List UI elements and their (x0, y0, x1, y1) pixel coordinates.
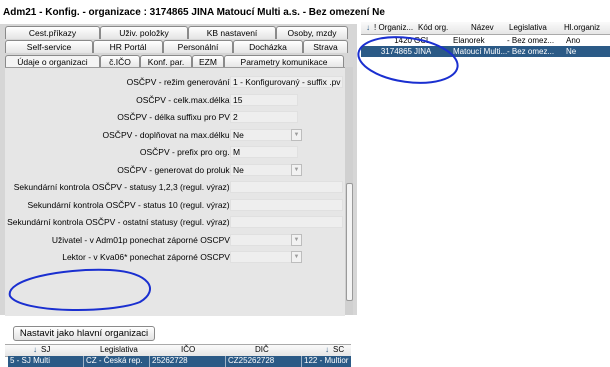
org-col-hl-organizace[interactable]: Hl.organiz (564, 23, 600, 32)
tab-personalni[interactable]: Personální (163, 40, 233, 53)
text-field[interactable] (230, 198, 343, 211)
sort-arrow-icon: ↓ (366, 23, 370, 32)
field-label: OSČPV - délka suffixu pro PV: (117, 112, 232, 122)
text-field[interactable]: 15 (230, 93, 298, 106)
text-field[interactable]: M (230, 146, 298, 158)
form-row-oscpv-prefix-pro-org: OSČPV - prefix pro org.: M (5, 146, 345, 159)
org-col-kod[interactable]: Kód org. (418, 23, 448, 32)
org-cell-hl: Ano (566, 36, 581, 45)
org-col-legislativa[interactable]: Legislativa (509, 23, 547, 32)
org-cell-kod: JINA (414, 47, 432, 56)
form-row-oscpv-rezim-generovani: OSČPV - režim generování: 1 - Konfigurova… (5, 76, 345, 89)
org-col-nazev[interactable]: Název (471, 23, 494, 32)
text-field[interactable]: 2 (230, 111, 298, 123)
select-field[interactable] (230, 251, 298, 263)
form-row-oscpv-celk-max-delka: OSČPV - celk.max.délka: 15 (5, 93, 345, 107)
tab-dochazka[interactable]: Docházka (233, 40, 303, 53)
sj-cell-legislativa: CZ - Česká rep. (84, 356, 150, 367)
tab-self-service[interactable]: Self-service (5, 40, 93, 53)
select-field[interactable] (230, 233, 298, 246)
org-cell-id: 3174865 (380, 47, 412, 56)
text-field[interactable] (230, 181, 343, 193)
sj-cell-sj: 5 - SJ Multi (8, 356, 84, 367)
form-row-oscpv-generovat-do-proluk: OSČPV - generovat do proluk: Ne ▼ (5, 163, 345, 177)
tab-cest-prikazy[interactable]: Cest.příkazy (5, 26, 100, 39)
org-cell-kod: GCL (414, 36, 431, 45)
form-scrollbar[interactable] (345, 67, 353, 315)
form-row-oscpv-doplnovat-na-max-delku: OSČPV - doplňovat na max.délku: Ne ▼ (5, 128, 345, 142)
field-label: Sekundární kontrola OSČPV - ostatní stat… (7, 217, 232, 227)
sj-cell-dic: CZ25262728 (226, 356, 302, 367)
organization-form-panel: OSČPV - režim generování: 1 - Konfigurova… (5, 67, 351, 367)
tab-hr-portal[interactable]: HR Portál (93, 40, 163, 53)
field-label: Sekundární kontrola OSČPV - status 10 (r… (27, 199, 232, 210)
org-cell-hl: Ne (566, 47, 577, 56)
org-cell-legislativa: - Bez omez... (507, 36, 555, 45)
tab-row-1: Cest.příkazy Uživ. položky KB nastavení … (5, 26, 348, 39)
tab-kb-nastaveni[interactable]: KB nastavení (188, 26, 276, 39)
field-label: OSČPV - doplňovat na max.délku: (102, 129, 232, 140)
sort-arrow-icon: ↓ (325, 345, 329, 354)
text-field[interactable] (230, 216, 343, 228)
org-cell-legislativa: - Bez omez... (507, 47, 555, 56)
field-label: Sekundární kontrola OSČPV - statusy 1,2,… (13, 182, 232, 192)
form-row-sekundarni-kontrola-oscpv-statusy-1-2-3-regul-vyraz: Sekundární kontrola OSČPV - statusy 1,2,… (5, 181, 345, 194)
org-cell-id: 1420 (394, 36, 412, 45)
tab-uziv-polozky[interactable]: Uživ. položky (100, 26, 188, 39)
select-field[interactable]: Ne (230, 163, 298, 176)
field-label: OSČPV - režim generování: (126, 77, 232, 87)
org-col-organizace[interactable]: ! Organiz... (374, 23, 416, 32)
table-row[interactable]: 1420 GCL Elanorek - Bez omez... Ano (361, 35, 610, 46)
sj-col-dic[interactable]: DIČ (255, 345, 269, 354)
field-label: Uživatel - v Adm01p ponechat záporné OSC… (51, 234, 232, 245)
form-row-oscpv-delka-suffixu-pro-pv: OSČPV - délka suffixu pro PV: 2 (5, 111, 345, 124)
organization-list-pane: ↓ ! Organiz... Kód org. Název Legislativ… (361, 22, 610, 315)
tab-osoby-mzdy[interactable]: Osoby, mzdy (276, 26, 348, 39)
chevron-down-icon[interactable]: ▼ (291, 163, 302, 176)
table-row[interactable]: 5 - SJ Multi CZ - Česká rep. 25262728 CZ… (8, 356, 351, 367)
chevron-down-icon[interactable]: ▼ (291, 233, 302, 246)
window-title: Adm21 - Konfig. - organizace : 3174865 J… (3, 7, 385, 18)
table-row[interactable]: 3174865 JINA Matoucí Multi... - Bez omez… (361, 46, 610, 57)
sj-col-sc[interactable]: SC (333, 345, 344, 354)
scrollbar-thumb[interactable] (346, 183, 353, 301)
select-field[interactable]: Ne (230, 128, 298, 141)
field-label: Lektor - v Kva06* ponechat záporné OSCPV… (62, 252, 232, 262)
sort-arrow-icon: ↓ (33, 345, 37, 354)
form-row-sekundarni-kontrola-oscpv-status-10-regul-vyraz: Sekundární kontrola OSČPV - status 10 (r… (5, 198, 345, 212)
field-label: OSČPV - prefix pro org.: (139, 147, 232, 157)
org-grid-header: ↓ ! Organiz... Kód org. Název Legislativ… (361, 22, 610, 35)
chevron-down-icon[interactable]: ▼ (291, 251, 302, 263)
form-row-sekundarni-kontrola-oscpv-ostatni-statusy-regul-vyraz: Sekundární kontrola OSČPV - ostatní stat… (5, 216, 345, 229)
tab-strava[interactable]: Strava (303, 40, 348, 53)
org-cell-nazev: Elanorek (453, 36, 485, 45)
sj-col-legislativa[interactable]: Legislativa (100, 345, 138, 354)
chevron-down-icon[interactable]: ▼ (291, 128, 302, 141)
sj-col-ico[interactable]: IČO (181, 345, 195, 354)
field-label: OSČPV - celk.max.délka: (136, 94, 232, 105)
set-main-organization-button[interactable]: Nastavit jako hlavní organizaci (13, 326, 155, 341)
form-row-lektor-v-kva06-ponechat-zaporne-oscpv: Lektor - v Kva06* ponechat záporné OSCPV… (5, 251, 345, 264)
sj-cell-ico: 25262728 (150, 356, 226, 367)
field-label: OSČPV - generovat do proluk: (117, 164, 232, 175)
tab-row-2: Self-service HR Portál Personální Docház… (5, 40, 348, 53)
sj-cell-sc: 122 - Multior (304, 356, 349, 365)
text-field[interactable]: 1 - Konfigurovaný - suffix .pv (230, 76, 343, 88)
org-cell-nazev: Matoucí Multi... (453, 47, 508, 56)
sj-col-sj[interactable]: SJ (41, 345, 50, 354)
form-row-uzivatel-v-adm01p-ponechat-zaporne-oscpv: Uživatel - v Adm01p ponechat záporné OSC… (5, 233, 345, 247)
